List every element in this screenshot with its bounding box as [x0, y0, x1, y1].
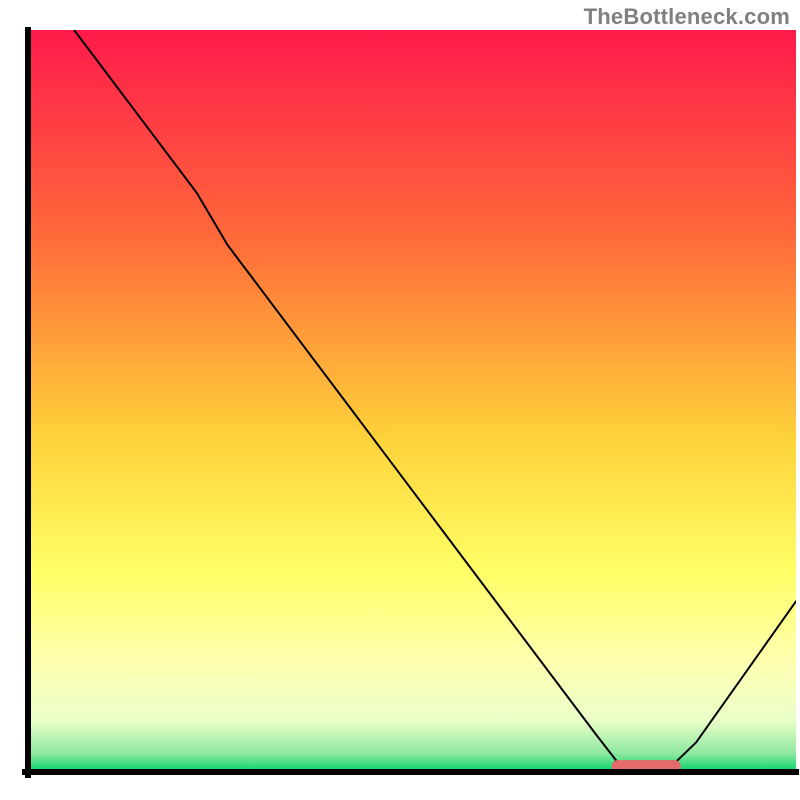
- watermark-text: TheBottleneck.com: [584, 4, 790, 30]
- bottleneck-chart: [0, 0, 800, 800]
- chart-container: { "watermark": "TheBottleneck.com", "cha…: [0, 0, 800, 800]
- plot-background: [28, 30, 796, 772]
